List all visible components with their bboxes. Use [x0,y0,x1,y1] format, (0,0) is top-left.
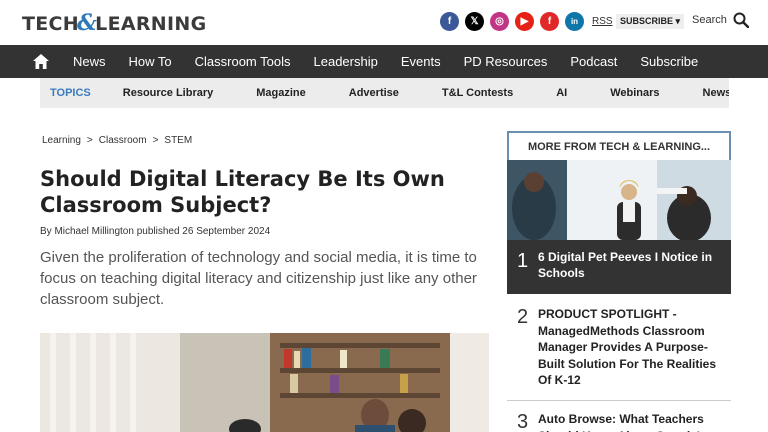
x-icon[interactable]: 𝕏 [465,12,484,31]
topic-news-sig[interactable]: News Sig [703,87,729,99]
subscribe-dropdown[interactable]: SUBSCRIBE ▾ [616,14,685,29]
topics-bar: TOPICS Resource Library Magazine Adverti… [40,78,729,108]
nav-item-how-to[interactable]: How To [129,54,172,69]
topics-label: TOPICS [50,87,91,99]
breadcrumb-separator: > [152,135,159,146]
breadcrumb-stem[interactable]: STEM [164,135,192,146]
topic-advertise[interactable]: Advertise [349,87,399,99]
topic-ai[interactable]: AI [556,87,567,99]
article-title: Should Digital Literacy Be Its Own Class… [40,167,445,217]
search-label: Search [692,14,727,26]
sidebar-divider [507,400,731,401]
sidebar-item-1[interactable]: 1 6 Digital Pet Peeves I Notice in Schoo… [507,240,731,294]
social-links: f 𝕏 ◎ ▶ f in RSS [440,12,613,31]
youtube-icon[interactable]: ▶ [515,12,534,31]
site-logo[interactable]: TECH&LEARNING [22,10,206,36]
site-header: TECH&LEARNING f 𝕏 ◎ ▶ f in RSS SUBSCRIBE… [0,0,768,45]
article-lede: Given the proliferation of technology an… [40,249,477,308]
nav-item-leadership[interactable]: Leadership [314,54,378,69]
nav-item-news[interactable]: News [73,54,106,69]
sidebar-item-number: 2 [517,306,529,328]
topic-tl-contests[interactable]: T&L Contests [442,87,513,99]
nav-item-subscribe[interactable]: Subscribe [640,54,698,69]
main-nav: News How To Classroom Tools Leadership E… [0,45,768,78]
search-icon [733,12,749,28]
breadcrumb-classroom[interactable]: Classroom [99,135,147,146]
nav-item-classroom-tools[interactable]: Classroom Tools [195,54,291,69]
breadcrumb: Learning > Classroom > STEM [42,135,192,146]
nav-item-pd-resources[interactable]: PD Resources [464,54,548,69]
facebook-icon[interactable]: f [440,12,459,31]
flipboard-icon[interactable]: f [540,12,559,31]
instagram-icon[interactable]: ◎ [490,12,509,31]
sidebar-item-number: 1 [517,250,529,272]
sidebar-item-title: 6 Digital Pet Peeves I Notice in Schools [538,250,713,280]
sidebar-item-number: 3 [517,411,529,432]
nav-item-events[interactable]: Events [401,54,441,69]
nav-item-podcast[interactable]: Podcast [570,54,617,69]
breadcrumb-separator: > [86,135,93,146]
article-hero-image [40,333,489,432]
rss-link[interactable]: RSS [592,16,613,27]
home-icon[interactable] [33,54,49,70]
sidebar-item-title: Auto Browse: What Teachers Should Know A… [538,412,706,432]
sidebar-heading: MORE FROM TECH & LEARNING... [507,131,731,160]
sidebar-featured-image[interactable] [507,160,731,240]
breadcrumb-learning[interactable]: Learning [42,135,81,146]
topic-webinars[interactable]: Webinars [610,87,659,99]
topic-magazine[interactable]: Magazine [256,87,306,99]
topic-resource-library[interactable]: Resource Library [123,87,213,99]
search-button[interactable]: Search [692,12,749,28]
linkedin-icon[interactable]: in [565,12,584,31]
article-byline: By Michael Millington published 26 Septe… [40,226,271,237]
sidebar-item-title: PRODUCT SPOTLIGHT - ManagedMethods Class… [538,307,717,387]
